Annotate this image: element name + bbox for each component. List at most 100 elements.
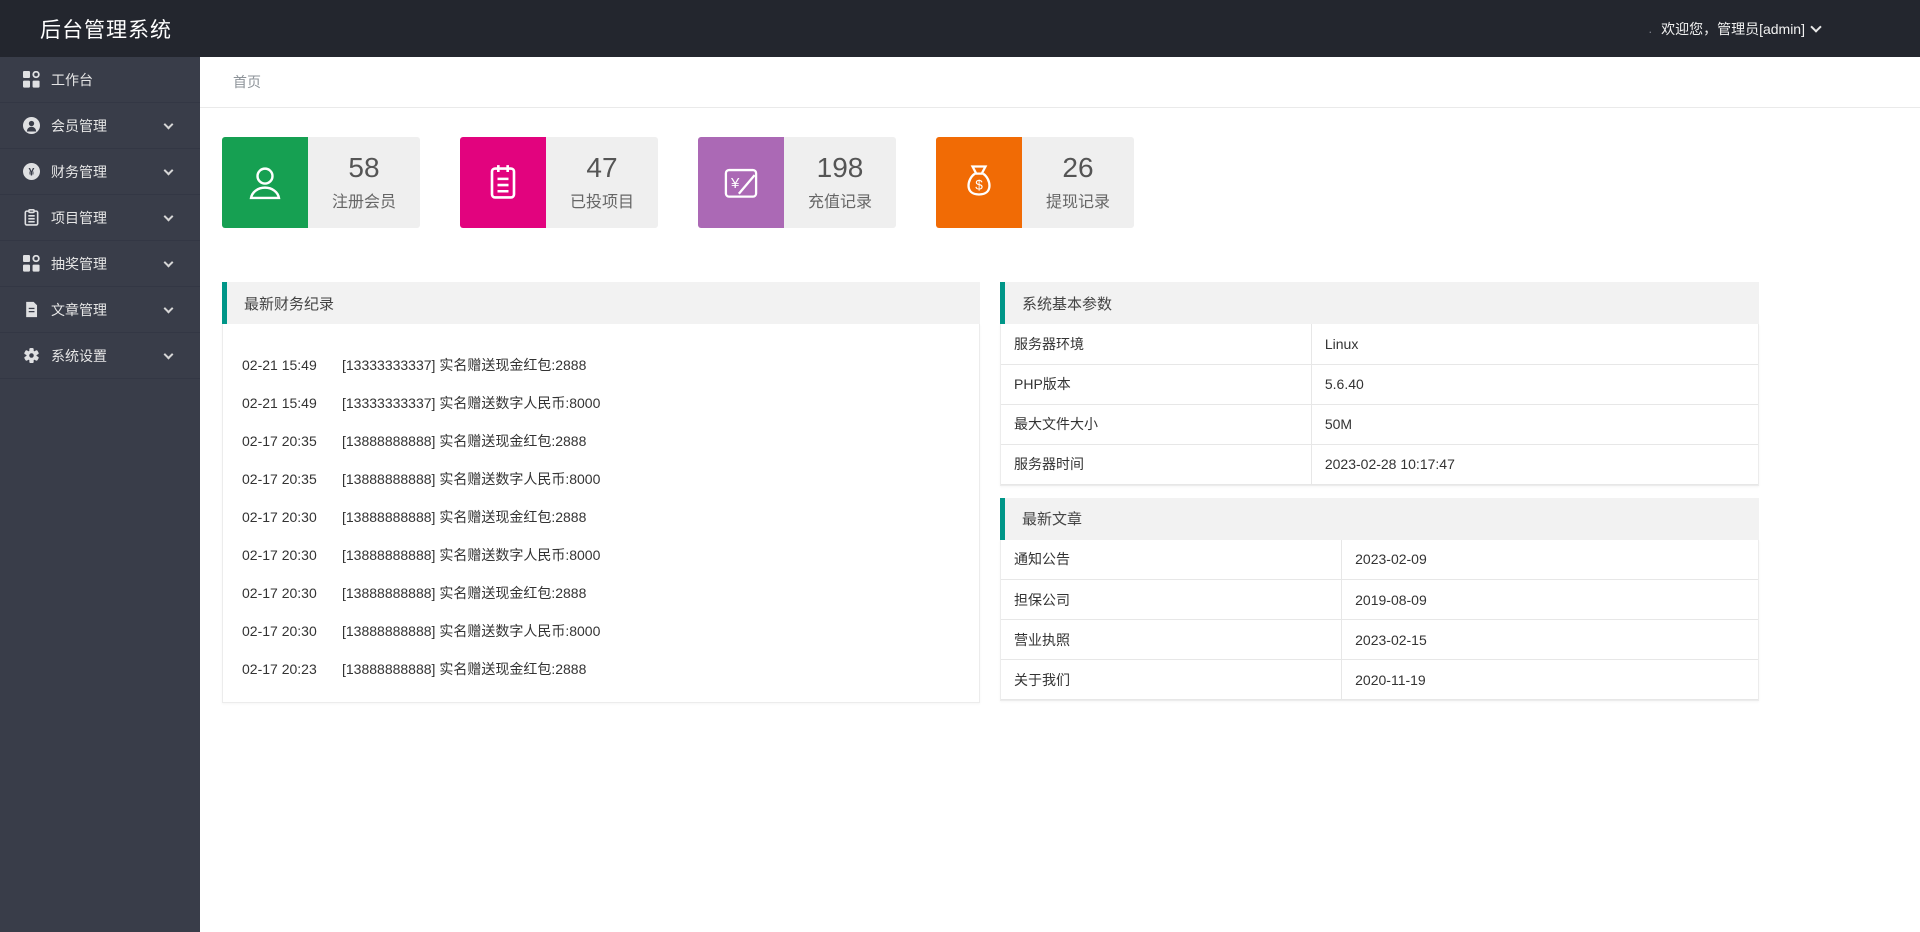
param-label: PHP版本 [1001,364,1312,405]
table-row: 担保公司 2019-08-09 [1001,579,1758,620]
finance-record: 02-21 15:49 [13333333337] 实名赠送数字人民币:8000 [242,384,959,422]
record-time: 02-17 20:35 [242,471,317,487]
panel-title: 最新文章 [1022,511,1083,528]
stat-info: 47 已投项目 [546,137,658,228]
dashboard-content: 58 注册会员 47 已投项目 ¥ 198 充值记录 $ 26 提现记录 最新财… [200,108,1920,703]
stat-card-members[interactable]: 58 注册会员 [222,137,420,228]
panel-title: 系统基本参数 [1022,295,1113,313]
stats-row: 58 注册会员 47 已投项目 ¥ 198 充值记录 $ 26 提现记录 [222,137,1920,228]
article-date: 2020-11-19 [1341,659,1758,700]
table-row: 通知公告 2023-02-09 [1001,539,1758,580]
stat-value: 198 [816,152,864,184]
table-row: 营业执照 2023-02-15 [1001,619,1758,660]
stat-label: 注册会员 [331,193,396,211]
sidebar-item-lottery[interactable]: 抽奖管理 [0,241,200,287]
sidebar-item-label: 文章管理 [51,301,107,318]
record-text: [13888888888] 实名赠送数字人民币:8000 [342,471,601,487]
stat-value: 58 [348,152,380,184]
svg-text:¥: ¥ [28,166,34,178]
user-menu[interactable]: . 欢迎您，管理员[admin] [1648,19,1920,39]
stat-card-withdraw[interactable]: $ 26 提现记录 [936,137,1134,228]
sidebar-item-settings[interactable]: 系统设置 [0,333,200,379]
sidebar-item-label: 项目管理 [51,209,107,226]
sidebar: 工作台 会员管理 ¥ 财务管理 项目管理 抽奖管理 文章管理 系统设置 [0,57,200,932]
system-params-table: 服务器环境 Linux PHP版本 5.6.40 最大文件大小 50M 服务器时… [1001,324,1758,485]
sidebar-item-projects[interactable]: 项目管理 [0,195,200,241]
system-params-table-wrap: 服务器环境 Linux PHP版本 5.6.40 最大文件大小 50M 服务器时… [1000,324,1759,486]
stat-icon-box [460,137,546,228]
finance-record: 02-17 20:23 [13888888888] 实名赠送现金红包:2888 [242,650,959,688]
top-header: 后台管理系统 . 欢迎您，管理员[admin] [0,0,1920,57]
user-icon [249,166,281,199]
sidebar-item-label: 会员管理 [51,117,107,134]
articles-table: 通知公告 2023-02-09 担保公司 2019-08-09 营业执照 202… [1001,539,1758,700]
record-text: [13888888888] 实名赠送现金红包:2888 [342,585,587,601]
sidebar-item-label: 抽奖管理 [51,255,107,272]
record-time: 02-17 20:30 [242,623,317,639]
chevron-down-icon [163,257,174,267]
breadcrumb[interactable]: 首页 [233,72,261,92]
panel-header: 最新文章 [1000,497,1759,540]
sidebar-item-members[interactable]: 会员管理 [0,103,200,149]
param-value: 5.6.40 [1311,364,1758,405]
chevron-down-icon [1810,20,1822,33]
article-title: 关于我们 [1001,659,1343,700]
stat-icon-box: ¥ [698,137,784,228]
finance-record: 02-17 20:30 [13888888888] 实名赠送现金红包:2888 [242,574,959,612]
console-icon [22,71,40,89]
finance-records-panel: 最新财务纪录 02-21 15:49 [13333333337] 实名赠送现金红… [222,282,980,703]
chevron-down-icon [163,349,174,359]
sidebar-item-workbench[interactable]: 工作台 [0,57,200,103]
sidebar-item-articles[interactable]: 文章管理 [0,287,200,333]
panel-header: 最新财务纪录 [222,282,980,324]
breadcrumb-bar: 首页 [200,57,1920,108]
sidebar-item-label: 财务管理 [51,163,107,180]
stat-icon-box [222,137,308,228]
record-time: 02-17 20:35 [242,433,317,449]
param-label: 最大文件大小 [1001,404,1312,445]
finance-record: 02-17 20:30 [13888888888] 实名赠送数字人民币:8000 [242,612,959,650]
param-value: 50M [1311,404,1758,445]
sidebar-item-label: 系统设置 [51,347,107,364]
finance-record: 02-17 20:30 [13888888888] 实名赠送现金红包:2888 [242,498,959,536]
svg-text:$: $ [975,177,983,192]
param-value: Linux [1311,324,1758,365]
param-label: 服务器时间 [1001,444,1312,485]
finance-record: 02-17 20:35 [13888888888] 实名赠送现金红包:2888 [242,422,959,460]
stat-value: 47 [586,152,618,184]
record-time: 02-17 20:23 [242,661,317,677]
svg-text:¥: ¥ [730,175,740,192]
record-time: 02-21 15:49 [242,395,317,411]
table-row: 服务器时间 2023-02-28 10:17:47 [1001,444,1758,485]
finance-record: 02-17 20:30 [13888888888] 实名赠送数字人民币:8000 [242,536,959,574]
stat-card-recharge[interactable]: ¥ 198 充值记录 [698,137,896,228]
welcome-prefix-dot: . [1648,21,1653,36]
article-title: 营业执照 [1001,619,1343,660]
record-time: 02-17 20:30 [242,547,317,563]
table-row: 最大文件大小 50M [1001,404,1758,445]
finance-record: 02-21 15:49 [13333333337] 实名赠送现金红包:2888 [242,346,959,384]
stat-info: 198 充值记录 [784,137,896,228]
stat-label: 充值记录 [807,193,872,211]
table-row: 服务器环境 Linux [1001,324,1758,365]
chevron-down-icon [163,165,174,175]
record-text: [13888888888] 实名赠送现金红包:2888 [342,509,587,525]
record-text: [13333333337] 实名赠送数字人民币:8000 [342,395,601,411]
record-text: [13888888888] 实名赠送数字人民币:8000 [342,623,601,639]
sidebar-item-finance[interactable]: ¥ 财务管理 [0,149,200,195]
stat-value: 26 [1062,152,1094,184]
chevron-down-icon [163,211,174,221]
param-label: 服务器环境 [1001,324,1312,365]
main-area: 首页 58 注册会员 47 已投项目 ¥ 198 充值记录 $ 26 提现记录 … [200,57,1920,932]
record-text: [13888888888] 实名赠送数字人民币:8000 [342,547,601,563]
record-time: 02-17 20:30 [242,509,317,525]
stat-card-projects[interactable]: 47 已投项目 [460,137,658,228]
right-column: 系统基本参数 服务器环境 Linux PHP版本 5.6.40 最大文件大小 5… [1000,282,1759,701]
stat-info: 58 注册会员 [308,137,420,228]
panel-header: 系统基本参数 [1000,282,1759,324]
stat-icon-box: $ [936,137,1022,228]
system-params-panel: 系统基本参数 服务器环境 Linux PHP版本 5.6.40 最大文件大小 5… [1000,282,1759,486]
rmb-circle-icon: ¥ [22,163,40,181]
recharge-icon: ¥ [724,168,758,198]
record-time: 02-17 20:30 [242,585,317,601]
